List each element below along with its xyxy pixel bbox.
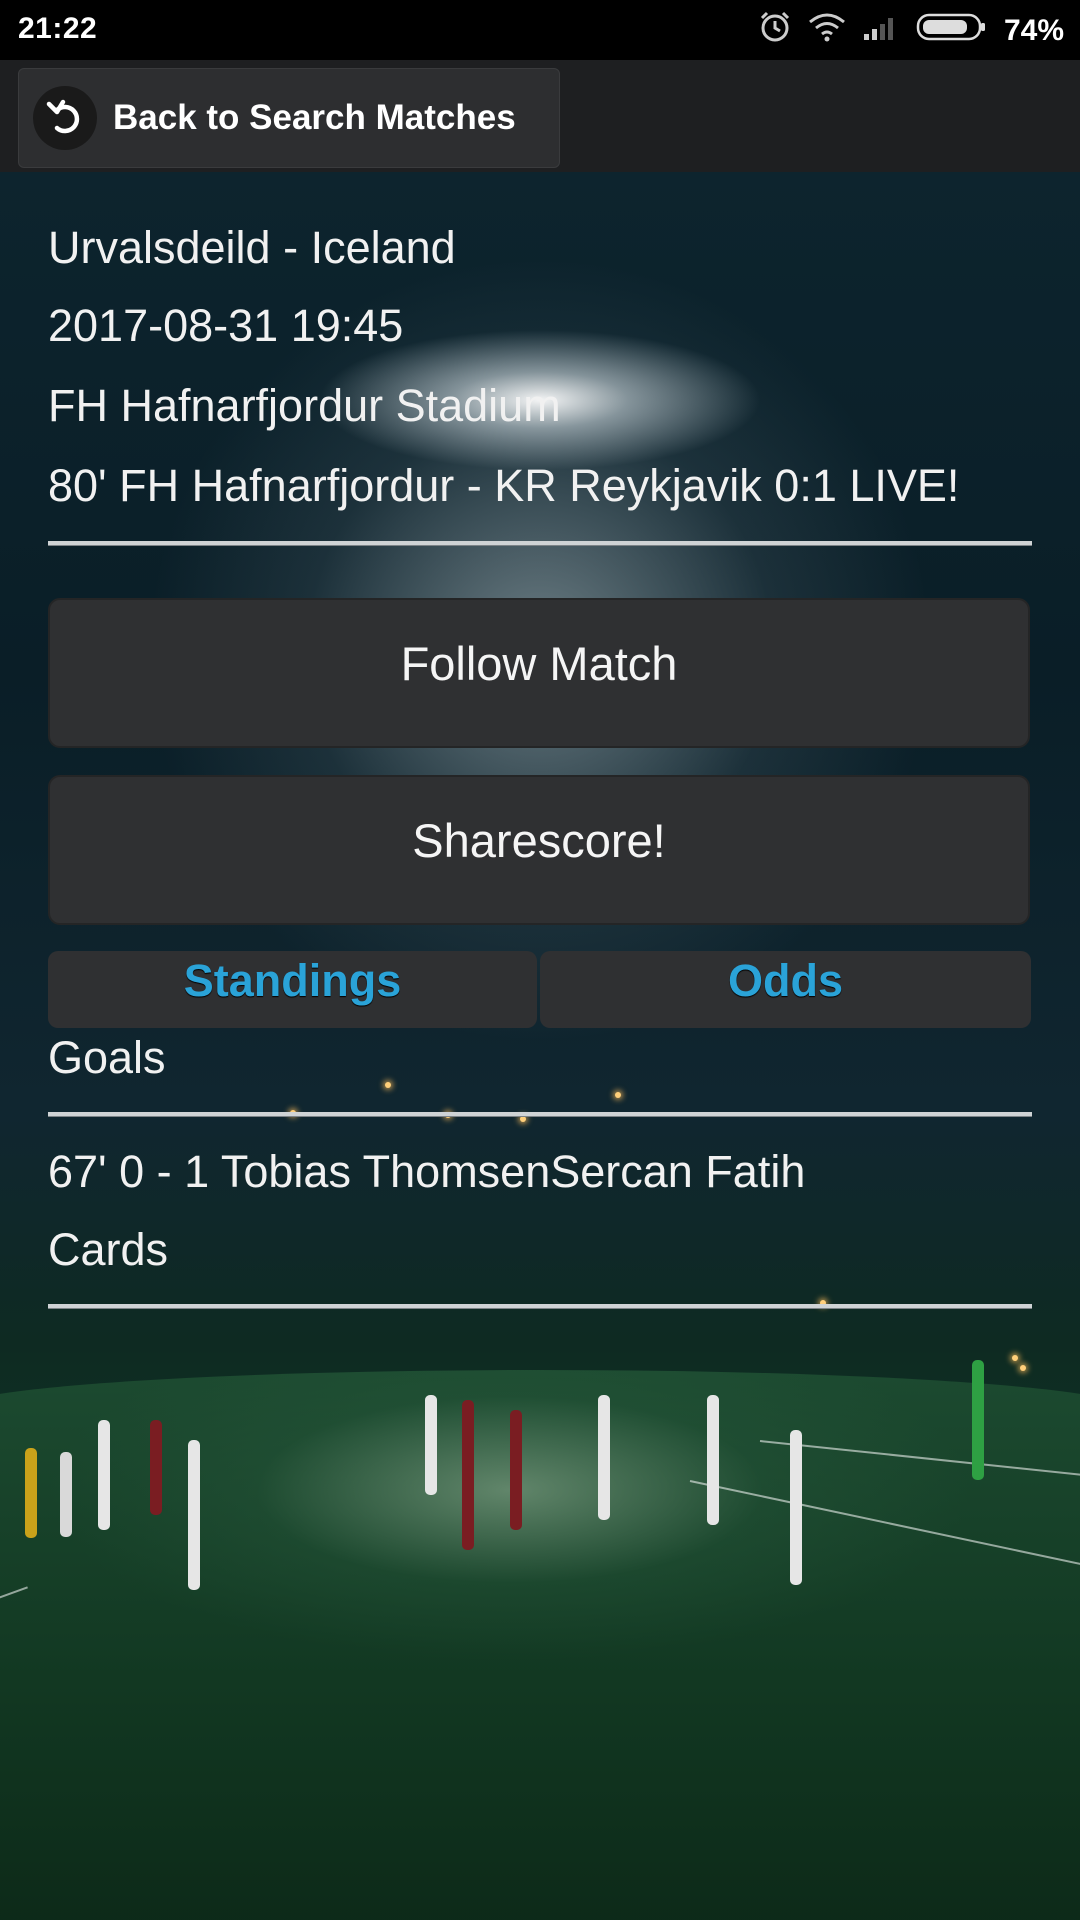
match-datetime: 2017-08-31 19:45 bbox=[48, 300, 404, 351]
match-venue: FH Hafnarfjordur Stadium bbox=[48, 380, 561, 431]
league-title: Urvalsdeild - Iceland bbox=[48, 222, 456, 273]
sharescore-button[interactable]: Sharescore! bbox=[48, 775, 1030, 925]
divider bbox=[48, 541, 1032, 546]
battery-icon bbox=[916, 12, 988, 50]
top-toolbar: Back to Search Matches bbox=[0, 60, 1080, 172]
divider bbox=[48, 1112, 1032, 1117]
status-time: 21:22 bbox=[18, 12, 98, 45]
status-bar: 21:22 74% bbox=[0, 0, 1080, 60]
pitch-area bbox=[0, 1370, 1080, 1920]
cards-heading: Cards bbox=[48, 1224, 169, 1275]
divider bbox=[48, 1304, 1032, 1309]
undo-arrow-icon bbox=[33, 86, 97, 150]
signal-icon bbox=[862, 12, 900, 50]
battery-percent: 74% bbox=[1003, 14, 1064, 47]
follow-match-button[interactable]: Follow Match bbox=[48, 598, 1030, 748]
goals-heading: Goals bbox=[48, 1032, 166, 1083]
tab-odds[interactable]: Odds bbox=[540, 951, 1031, 1028]
tab-standings[interactable]: Standings bbox=[48, 951, 537, 1028]
live-score-line: 80' FH Hafnarfjordur - KR Reykjavik 0:1 … bbox=[48, 460, 960, 511]
back-button-label: Back to Search Matches bbox=[113, 98, 516, 137]
goal-event: 67' 0 - 1 Tobias ThomsenSercan Fatih bbox=[48, 1146, 806, 1197]
back-to-search-button[interactable]: Back to Search Matches bbox=[18, 68, 560, 168]
alarm-icon bbox=[758, 10, 792, 52]
wifi-icon bbox=[808, 12, 846, 50]
status-icons: 74% bbox=[758, 10, 1064, 52]
